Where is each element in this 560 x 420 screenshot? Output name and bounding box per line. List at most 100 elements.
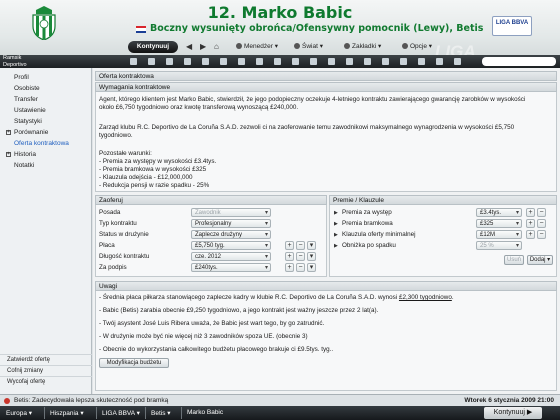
average-wage-link[interactable]: £2,300 tygodniowo <box>399 294 452 301</box>
contract-type-select[interactable]: Profesjonalny ▾ <box>191 219 271 228</box>
player-position: Boczny wysunięty obrońca/Ofensywny pomoc… <box>150 23 484 34</box>
board-icon[interactable] <box>382 58 389 65</box>
arrow-right-icon[interactable]: ▶ <box>200 41 206 53</box>
wage-increase-button[interactable]: + <box>285 241 294 250</box>
undo-changes-button[interactable]: Cofnij zmiany <box>0 365 92 376</box>
bookmark-icon <box>344 43 350 49</box>
sidebar-item-osobiste[interactable]: Osobiste <box>0 83 92 94</box>
remove-bonus-button[interactable]: Usuń <box>504 255 524 265</box>
board-limit-text: tygodniowo. <box>99 132 133 139</box>
sidebar-item-ustawienie[interactable]: Ustawienie <box>0 105 92 116</box>
breadcrumb-europa[interactable]: Europa ▾ <box>6 409 32 417</box>
sidebar-item-historia[interactable]: + Historia <box>0 149 92 160</box>
appearance-bonus-value[interactable]: £3.4tys. ▾ <box>476 208 522 217</box>
inbox-icon[interactable] <box>310 58 317 65</box>
continue-button-top[interactable]: Kontynuuj <box>128 41 178 53</box>
contract-type-label: Typ kontraktu <box>99 220 137 227</box>
clause-increase-button[interactable]: + <box>526 230 535 239</box>
appearance-increase-button[interactable]: + <box>526 208 535 217</box>
note-item: - W drużynie może być nie więcej niż 3 z… <box>99 333 308 340</box>
position-select: Zawodnik ▾ <box>191 208 271 217</box>
medical-icon[interactable] <box>418 58 425 65</box>
condition-item: - Premia bramkowa w wysokości £325 <box>99 166 207 173</box>
condition-item: - Redukcja pensji w razie spadku - 25% <box>99 182 210 189</box>
stadium-icon[interactable] <box>364 58 371 65</box>
breadcrumb-liga[interactable]: LIGA BBVA ▾ <box>102 409 140 417</box>
requirements-text: Agent, którego klientem jest Marko Babic… <box>99 96 526 103</box>
requirements-title: Wymagania kontraktowe <box>95 82 557 92</box>
training-icon[interactable] <box>184 58 191 65</box>
sidebar-item-notatki[interactable]: Notatki <box>0 160 92 171</box>
expand-icon[interactable]: + <box>6 130 11 135</box>
calendar-icon[interactable] <box>202 58 209 65</box>
fee-decrease-button[interactable]: − <box>296 263 305 272</box>
appearance-decrease-button[interactable]: − <box>537 208 546 217</box>
scouting-icon[interactable] <box>238 58 245 65</box>
fee-increase-button[interactable]: + <box>285 263 294 272</box>
world-menu[interactable]: Świat ▾ <box>294 41 323 53</box>
continue-button[interactable]: Kontynuuj ▶ <box>484 407 542 419</box>
sidebar-item-porownanie[interactable]: + Porównanie <box>0 127 92 138</box>
options-menu[interactable]: Opcje ▾ <box>402 41 432 53</box>
bookmarks-menu[interactable]: Zakładki ▾ <box>344 41 381 53</box>
home-icon[interactable]: ⌂ <box>214 41 219 53</box>
player-sidebar: Profil Osobiste Transfer Ustawienie Stat… <box>0 68 92 394</box>
breadcrumb-player[interactable]: Marko Babic <box>187 409 223 416</box>
goal-bonus-label[interactable]: Premia bramkowa <box>342 220 393 227</box>
breadcrumb-hiszpania[interactable]: Hiszpania ▾ <box>50 409 84 417</box>
sidebar-item-profil[interactable]: Profil <box>0 72 92 83</box>
wage-dropdown-button[interactable]: ▾ <box>307 241 316 250</box>
add-bonus-button[interactable]: Dodaj ▾ <box>527 255 553 265</box>
confirm-offer-button[interactable]: Zatwierdź ofertę <box>0 354 92 365</box>
tactics-icon[interactable] <box>166 58 173 65</box>
globe-icon <box>294 43 300 49</box>
squad-status-select[interactable]: Zaplecze drużyny ▾ <box>191 230 271 239</box>
transfers-icon[interactable] <box>256 58 263 65</box>
ball-icon[interactable] <box>220 58 227 65</box>
goal-increase-button[interactable]: + <box>526 219 535 228</box>
fee-dropdown-button[interactable]: ▾ <box>307 263 316 272</box>
clause-decrease-button[interactable]: − <box>537 230 546 239</box>
club-short-label: Ramsik Deportivo <box>3 55 27 68</box>
goal-bonus-value[interactable]: £325 ▾ <box>476 219 522 228</box>
sidebar-item-oferta-kontraktowa[interactable]: Oferta kontraktowa <box>0 138 92 149</box>
home-icon[interactable] <box>130 58 137 65</box>
goal-decrease-button[interactable]: − <box>537 219 546 228</box>
release-clause-label[interactable]: Klauzula oferty minimalnej <box>342 231 416 238</box>
sidebar-item-transfer[interactable]: Transfer <box>0 94 92 105</box>
gear-icon <box>402 43 408 49</box>
length-dropdown-button[interactable]: ▾ <box>307 252 316 261</box>
news-icon[interactable] <box>292 58 299 65</box>
bonuses-panel: Premie / Klauzule ▶ Premia za występ £3.… <box>329 195 557 277</box>
news-ticker[interactable]: Betis: Zadecydowała lepsza skuteczność p… <box>14 397 168 404</box>
contract-length-select[interactable]: cze. 2012 ▾ <box>191 252 271 261</box>
breadcrumb-betis[interactable]: Betis ▾ <box>151 409 171 417</box>
breadcrumb: Europa ▾ Hiszpania ▾ LIGA BBVA ▾ Betis ▾… <box>0 406 560 420</box>
sidebar-item-statystyki[interactable]: Statystyki <box>0 116 92 127</box>
length-increase-button[interactable]: + <box>285 252 294 261</box>
wage-select[interactable]: £5,750 tyg. ▾ <box>191 241 271 250</box>
notes-panel: Uwagi - Średnia płaca piłkarza stanowiąc… <box>95 281 557 391</box>
search-input[interactable] <box>482 57 556 66</box>
stats-icon[interactable] <box>436 58 443 65</box>
manager-menu[interactable]: Menedżer ▾ <box>236 41 278 53</box>
staff-icon[interactable] <box>346 58 353 65</box>
relegation-cut-label[interactable]: Obniżka po spadku <box>342 242 396 249</box>
relegation-cut-value: 25 % ▾ <box>476 241 522 250</box>
competitions-icon[interactable] <box>328 58 335 65</box>
length-decrease-button[interactable]: − <box>296 252 305 261</box>
withdraw-offer-button[interactable]: Wycofaj ofertę <box>0 376 92 387</box>
release-clause-value[interactable]: £12M ▾ <box>476 230 522 239</box>
bonuses-title: Premie / Klauzule <box>329 195 557 205</box>
modify-budget-button[interactable]: Modyfikacja budżetu <box>99 358 169 368</box>
arrow-left-icon[interactable]: ◀ <box>186 41 192 53</box>
team-icon[interactable] <box>148 58 155 65</box>
expand-icon[interactable]: + <box>6 152 11 157</box>
page-title: Oferta kontraktowa <box>95 71 557 81</box>
wage-decrease-button[interactable]: − <box>296 241 305 250</box>
signing-fee-select[interactable]: £240tys. ▾ <box>191 263 271 272</box>
finances-icon[interactable] <box>274 58 281 65</box>
youth-icon[interactable] <box>400 58 407 65</box>
history-icon[interactable] <box>454 58 461 65</box>
appearance-bonus-label[interactable]: Premia za występ <box>342 209 392 216</box>
